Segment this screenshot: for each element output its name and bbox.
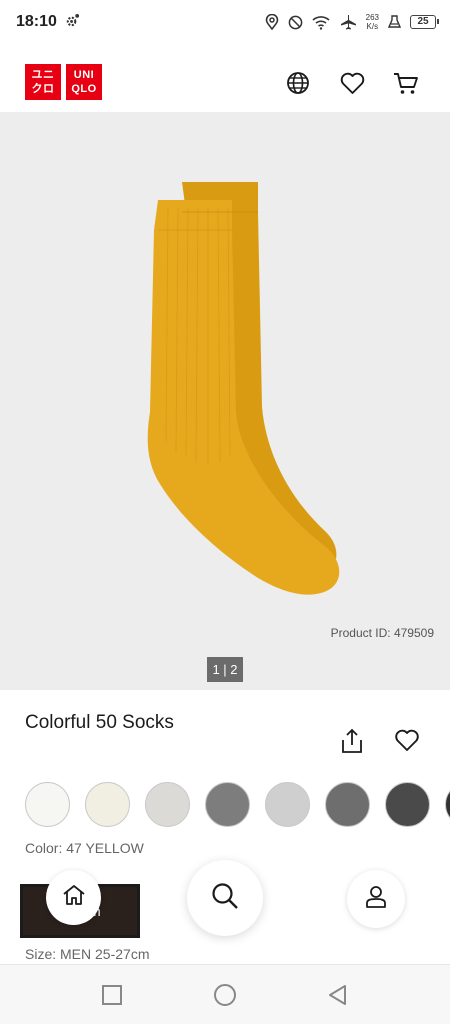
product-name: Colorful 50 Socks <box>25 712 174 733</box>
account-button[interactable] <box>347 870 405 928</box>
vibrate-icon <box>388 15 401 29</box>
network-speed-value: 263 <box>365 13 379 22</box>
favorite-icon[interactable] <box>394 728 420 754</box>
uniqlo-logo[interactable]: ユニ クロ UNI QLO <box>25 64 102 100</box>
airplane-mode-icon <box>339 14 357 30</box>
logo-latin-top: UNI <box>73 69 95 81</box>
network-speed-unit: K/s <box>366 22 379 31</box>
location-icon <box>265 14 279 30</box>
sock-illustration <box>147 182 340 595</box>
color-swatches <box>25 782 450 828</box>
home-circle-icon[interactable] <box>213 983 237 1007</box>
heart-icon[interactable] <box>339 70 365 96</box>
share-icon[interactable] <box>340 728 364 754</box>
color-swatch[interactable] <box>85 782 130 827</box>
color-swatch[interactable] <box>25 782 70 827</box>
color-swatch[interactable] <box>205 782 250 827</box>
network-speed: 263 K/s <box>366 13 379 31</box>
globe-icon[interactable] <box>285 70 311 96</box>
status-time: 18:10 <box>16 13 57 30</box>
home-icon <box>62 884 86 911</box>
status-bar: 18:10 263 K/s 25 <box>0 0 450 44</box>
settings-notification-icon <box>65 13 80 31</box>
wifi-icon <box>312 15 330 30</box>
cart-icon[interactable] <box>393 70 419 96</box>
color-swatch[interactable] <box>145 782 190 827</box>
color-swatch[interactable] <box>445 782 450 827</box>
logo-latin-bottom: QLO <box>71 83 97 95</box>
home-button[interactable] <box>46 870 101 925</box>
product-id: Product ID: 479509 <box>330 626 434 640</box>
system-navigation-bar <box>0 964 450 1024</box>
search-icon <box>210 881 240 916</box>
battery-indicator: 25 <box>410 15 439 29</box>
color-swatch[interactable] <box>385 782 430 827</box>
do-not-disturb-icon <box>288 15 303 30</box>
status-icons: 263 K/s 25 <box>265 13 439 31</box>
logo-katakana-bottom: クロ <box>31 83 55 95</box>
logo-katakana-top: ユニ <box>31 69 55 81</box>
product-image[interactable]: Product ID: 479509 1 | 2 <box>0 112 450 690</box>
color-swatch[interactable] <box>265 782 310 827</box>
selected-color-label: Color: 47 YELLOW <box>25 840 144 856</box>
back-icon[interactable] <box>326 983 350 1007</box>
color-swatch[interactable] <box>325 782 370 827</box>
app-header: ユニ クロ UNI QLO <box>0 52 450 112</box>
logo-katakana: ユニ クロ <box>25 64 61 100</box>
image-pager: 1 | 2 <box>207 657 243 682</box>
search-button[interactable] <box>187 860 263 936</box>
user-icon <box>365 885 387 914</box>
recent-apps-icon[interactable] <box>100 983 124 1007</box>
selected-size-label: Size: MEN 25-27cm <box>25 946 150 962</box>
logo-latin: UNI QLO <box>66 64 102 100</box>
